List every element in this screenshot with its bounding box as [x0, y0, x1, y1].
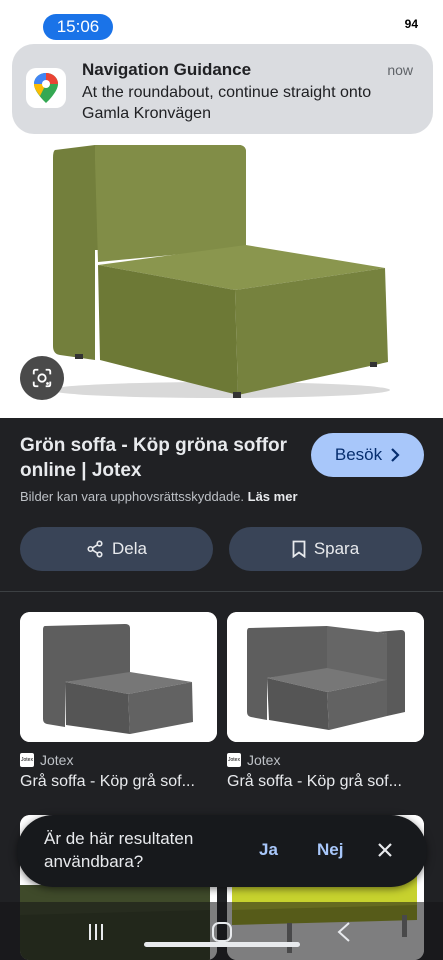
related-result-card[interactable]: Jotex Jotex Grå soffa - Köp grå sof... [20, 612, 217, 791]
share-button-label: Dela [112, 539, 147, 558]
save-button[interactable]: Spara [229, 527, 422, 571]
result-title[interactable]: Grön soffa - Köp gröna soffor online | J… [20, 433, 300, 483]
back-icon[interactable] [336, 921, 352, 943]
learn-more-link[interactable]: Läs mer [248, 489, 298, 504]
status-bar: 10 15:06 94 [0, 0, 443, 48]
share-button[interactable]: Dela [20, 527, 213, 571]
status-left-number: 10 [20, 18, 37, 36]
home-icon[interactable] [210, 920, 234, 944]
related-title: Grå soffa - Köp grå sof... [20, 773, 195, 790]
feedback-no-button[interactable]: Nej [317, 840, 343, 860]
maps-app-icon [26, 68, 66, 108]
save-button-label: Spara [313, 539, 360, 558]
copyright-notice: Bilder kan vara upphovsrättsskyddade. Lä… [20, 489, 298, 504]
gesture-home-bar[interactable] [144, 942, 300, 947]
status-time: 15:06 [42, 14, 114, 40]
lens-search-button[interactable] [20, 356, 64, 400]
signal-icon [351, 17, 370, 31]
maps-pin-icon [34, 73, 58, 103]
related-image [20, 612, 217, 742]
notification-body: At the roundabout, continue straight ont… [82, 84, 372, 122]
feedback-question: Är de här resultaten användbara? [44, 829, 194, 871]
feedback-yes-button[interactable]: Ja [259, 840, 278, 860]
navigation-notification[interactable]: Navigation Guidance now At the roundabou… [12, 44, 433, 134]
section-divider [0, 591, 443, 592]
feedback-prompt: Är de här resultaten användbara? Ja Nej [17, 815, 427, 887]
recent-apps-icon[interactable] [86, 922, 106, 942]
related-title: Grå soffa - Köp grå sof... [227, 773, 402, 790]
notification-title: Navigation Guidance [82, 60, 252, 79]
chevron-right-icon [391, 448, 400, 462]
lens-icon [32, 368, 52, 388]
grey-corner-sofa-image [227, 612, 424, 742]
notification-dot-icon [119, 24, 125, 30]
jotex-favicon: Jotex [20, 753, 34, 767]
grey-sofa-image [20, 612, 217, 742]
visit-button[interactable]: Besök [311, 433, 424, 477]
close-icon[interactable] [374, 839, 396, 861]
system-navigation-bar [0, 902, 443, 960]
related-source: Jotex [40, 752, 74, 768]
battery-indicator: 94 [399, 16, 423, 32]
related-result-card[interactable]: Jotex Jotex Grå soffa - Köp grå sof... [227, 612, 424, 791]
visit-button-label: Besök [334, 445, 383, 464]
jotex-favicon: Jotex [227, 753, 241, 767]
copyright-text: Bilder kan vara upphovsrättsskyddade. [20, 489, 245, 504]
related-source: Jotex [247, 752, 281, 768]
bookmark-icon [292, 540, 306, 558]
related-image [227, 612, 424, 742]
share-icon [87, 540, 103, 558]
wifi-icon [375, 17, 394, 30]
notification-time: now [387, 62, 413, 78]
